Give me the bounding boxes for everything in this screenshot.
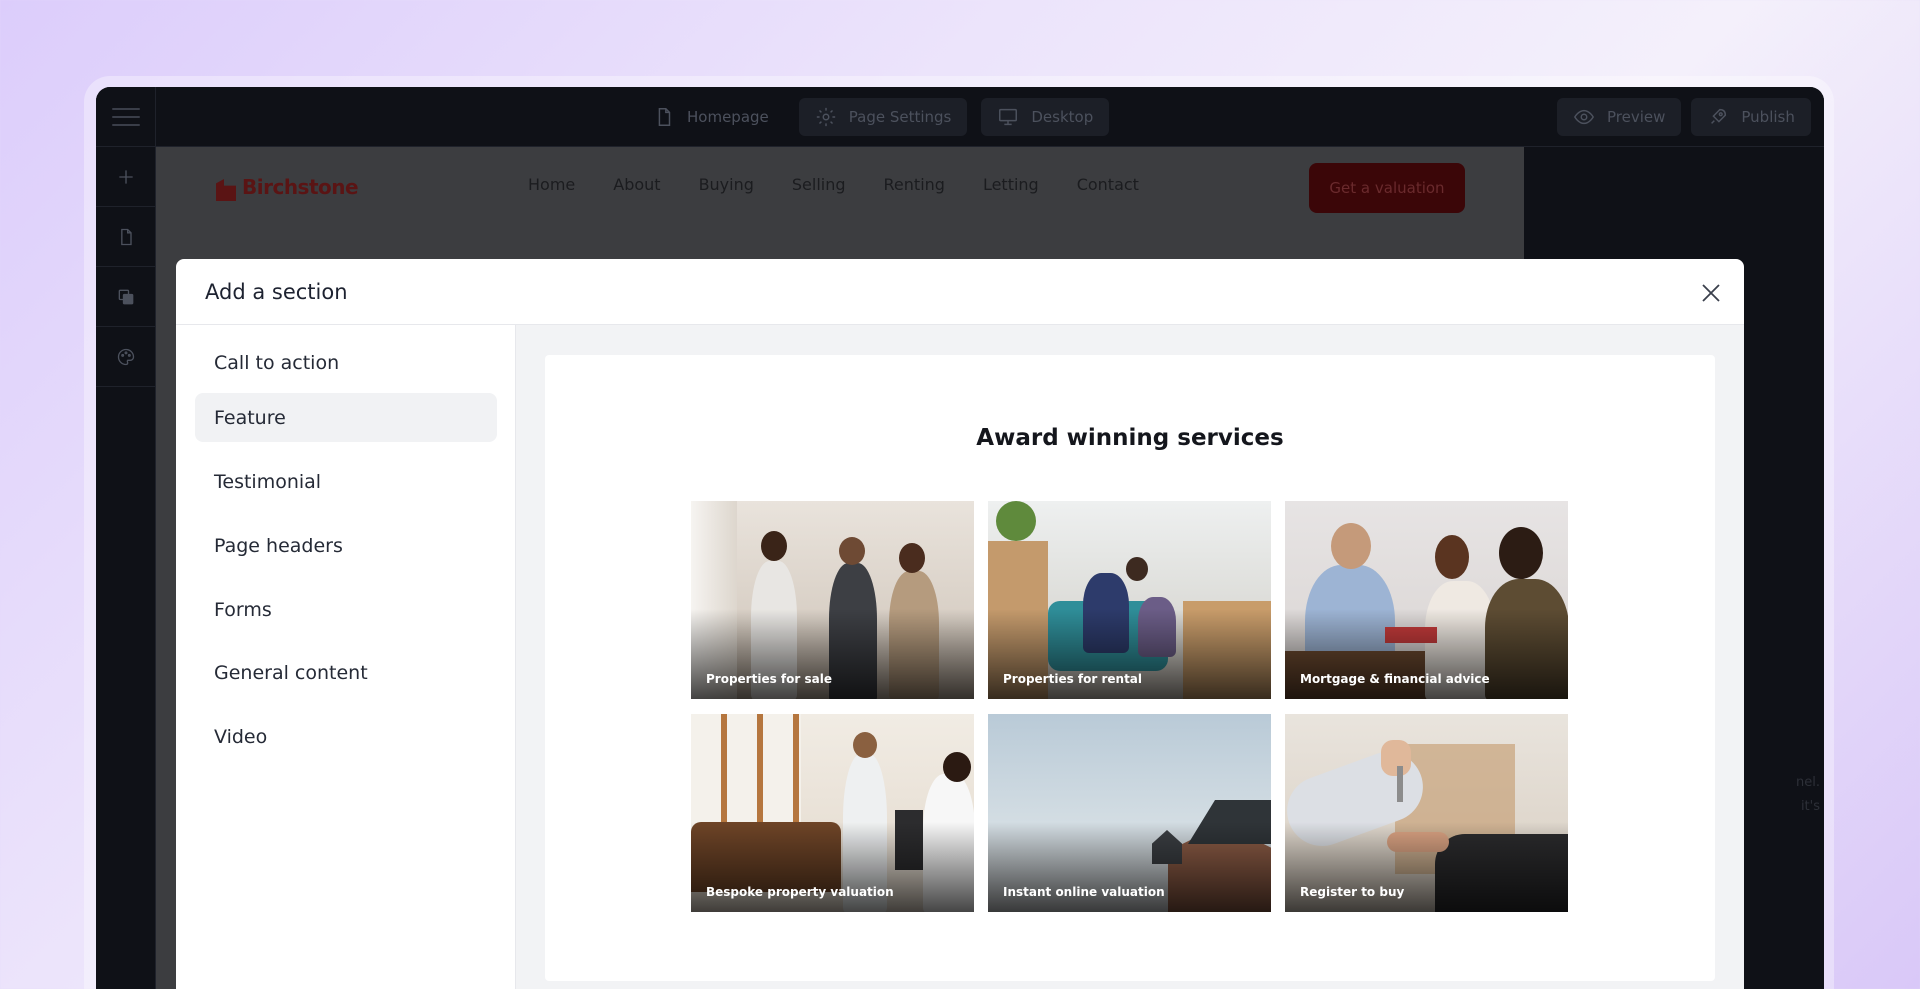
site-nav-renting[interactable]: Renting xyxy=(884,175,945,194)
service-tile: Register to buy xyxy=(1285,714,1568,912)
key-icon xyxy=(1397,766,1403,802)
tile-photo-head xyxy=(1331,523,1371,569)
get-valuation-button[interactable]: Get a valuation xyxy=(1309,163,1465,213)
tile-photo-head xyxy=(1499,527,1543,579)
editor-topbar: Homepage Page Settings Desktop Preview P… xyxy=(96,87,1824,147)
site-nav-home[interactable]: Home xyxy=(528,175,575,194)
site-nav-buying[interactable]: Buying xyxy=(699,175,754,194)
palette-icon xyxy=(117,348,135,365)
publish-label: Publish xyxy=(1741,108,1795,126)
service-tile: Mortgage & financial advice xyxy=(1285,501,1568,699)
add-button[interactable] xyxy=(96,147,156,207)
tile-photo-head xyxy=(853,732,877,758)
site-nav-selling[interactable]: Selling xyxy=(792,175,846,194)
close-icon xyxy=(1702,284,1720,302)
service-tile: Bespoke property valuation xyxy=(691,714,974,912)
editor-rail xyxy=(96,147,156,989)
close-button[interactable] xyxy=(1700,282,1722,304)
add-section-modal: Add a section Call to action Feature Tes… xyxy=(176,259,1744,989)
tile-caption: Mortgage & financial advice xyxy=(1300,672,1490,686)
tile-photo-head xyxy=(761,531,787,561)
service-tile: Properties for sale xyxy=(691,501,974,699)
category-testimonial[interactable]: Testimonial xyxy=(195,457,497,506)
section-preview-area: Award winning services Properties for sa… xyxy=(516,325,1744,989)
site-nav-about[interactable]: About xyxy=(613,175,660,194)
tile-photo-head xyxy=(899,543,925,573)
tile-caption: Properties for sale xyxy=(706,672,832,686)
layers-icon xyxy=(118,289,134,304)
tile-photo-head xyxy=(1126,557,1148,581)
site-logo[interactable]: Birchstone xyxy=(216,173,359,201)
menu-icon[interactable] xyxy=(96,87,156,147)
file-icon xyxy=(658,108,671,126)
tile-photo-head xyxy=(943,752,971,782)
device-toggle-label: Desktop xyxy=(1031,108,1094,126)
tile-photo-head xyxy=(839,537,865,565)
publish-button[interactable]: Publish xyxy=(1691,98,1811,136)
page-settings-label: Page Settings xyxy=(848,108,952,126)
category-general-content[interactable]: General content xyxy=(195,648,497,697)
tile-caption: Bespoke property valuation xyxy=(706,885,894,899)
plus-icon xyxy=(119,169,133,184)
file-icon xyxy=(121,228,132,245)
theme-button[interactable] xyxy=(96,327,156,387)
category-video[interactable]: Video xyxy=(195,712,497,761)
modal-title: Add a section xyxy=(205,280,348,304)
section-template-card[interactable]: Award winning services Properties for sa… xyxy=(545,355,1715,981)
category-page-headers[interactable]: Page headers xyxy=(195,521,497,570)
preview-button[interactable]: Preview xyxy=(1557,98,1682,136)
layers-button[interactable] xyxy=(96,267,156,327)
service-tile: Instant online valuation xyxy=(988,714,1271,912)
tile-caption: Register to buy xyxy=(1300,885,1405,899)
modal-header: Add a section xyxy=(176,259,1744,325)
eye-icon xyxy=(1573,109,1595,125)
device-toggle-button[interactable]: Desktop xyxy=(981,98,1110,136)
category-feature[interactable]: Feature xyxy=(195,393,497,442)
site-nav-letting[interactable]: Letting xyxy=(983,175,1039,194)
section-category-list: Call to action Feature Testimonial Page … xyxy=(176,325,516,989)
tile-caption: Properties for rental xyxy=(1003,672,1143,686)
site-nav: Home About Buying Selling Renting Lettin… xyxy=(528,175,1139,194)
preview-heading: Award winning services xyxy=(976,425,1284,451)
site-nav-contact[interactable]: Contact xyxy=(1077,175,1139,194)
rocket-icon xyxy=(1711,108,1727,124)
tile-photo-hand xyxy=(1381,740,1411,776)
tile-photo-plant xyxy=(996,501,1036,541)
logo-mark-icon xyxy=(216,173,236,201)
page-selector[interactable]: Homepage xyxy=(637,98,785,136)
tile-caption: Instant online valuation xyxy=(1003,885,1165,899)
pages-button[interactable] xyxy=(96,207,156,267)
site-logo-text: Birchstone xyxy=(242,175,359,199)
page-selector-label: Homepage xyxy=(687,108,769,126)
monitor-icon xyxy=(999,108,1018,126)
tile-photo-head xyxy=(1435,535,1469,579)
tile-photo-window xyxy=(691,714,801,834)
preview-label: Preview xyxy=(1607,108,1666,126)
category-call-to-action[interactable]: Call to action xyxy=(195,338,497,387)
gear-icon xyxy=(816,107,835,127)
page-settings-button[interactable]: Page Settings xyxy=(798,98,968,136)
service-tile: Properties for rental xyxy=(988,501,1271,699)
category-forms[interactable]: Forms xyxy=(195,585,497,634)
